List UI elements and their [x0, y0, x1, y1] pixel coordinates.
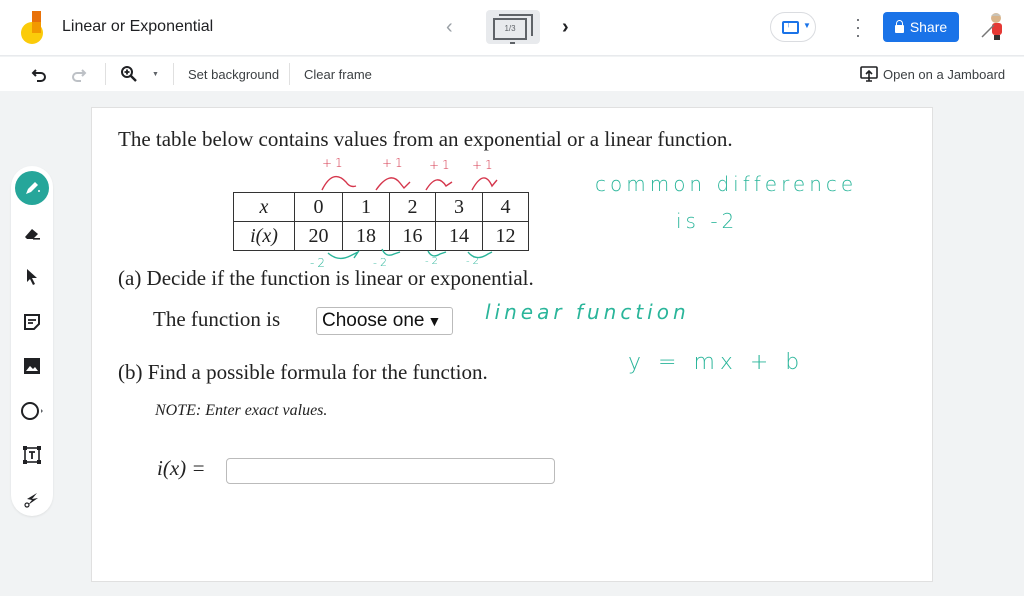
chevron-left-icon[interactable]: ‹	[446, 16, 453, 39]
share-button[interactable]: Share	[883, 12, 959, 42]
redo-button[interactable]	[70, 57, 88, 91]
more-vert-icon[interactable]: · · ·	[853, 10, 863, 44]
lock-icon	[894, 20, 904, 33]
tool-select[interactable]	[11, 259, 53, 295]
jamboard-logo-icon	[21, 11, 43, 44]
values-table: x 0 1 2 3 4 i(x) 20 18 16 14 12	[233, 192, 529, 251]
laser-icon	[24, 493, 38, 508]
table-cell: 14	[435, 221, 483, 251]
chevron-right-icon[interactable]: ›	[562, 16, 569, 39]
share-label: Share	[909, 19, 948, 35]
present-button[interactable]: ▼	[770, 12, 816, 42]
chevron-down-icon: ▼	[803, 21, 811, 30]
table-cell: 20	[294, 221, 343, 251]
annotation-difference-value: is -2	[676, 209, 739, 233]
table-cell: 16	[389, 221, 436, 251]
chevron-down-icon: ▼	[152, 70, 159, 78]
table-cell: 3	[435, 192, 483, 222]
document-title[interactable]: Linear or Exponential	[62, 18, 213, 36]
undo-button[interactable]	[30, 57, 48, 91]
table-cell: 0	[294, 192, 343, 222]
annotation-plus-one: +1	[382, 156, 406, 170]
answer-label: i(x) =	[157, 456, 206, 480]
table-row: i(x) 20 18 16 14 12	[233, 221, 529, 251]
table-row: x 0 1 2 3 4	[233, 192, 529, 222]
annotation-minus-two: -2	[373, 256, 390, 269]
tool-image[interactable]	[11, 348, 53, 384]
annotation-slope-intercept: y = mx + b	[628, 350, 805, 375]
tool-sticky-note[interactable]	[11, 304, 53, 340]
undo-icon	[31, 69, 46, 82]
annotation-minus-two: -2	[310, 256, 328, 270]
cast-to-device-icon	[860, 66, 878, 82]
frames-dot	[510, 42, 515, 44]
text-box-icon	[23, 446, 41, 464]
annotation-common-difference: common difference	[595, 172, 858, 196]
question-intro: The table below contains values from an …	[118, 127, 733, 151]
tool-eraser[interactable]	[11, 216, 53, 252]
note-text: NOTE: Enter exact values.	[155, 402, 328, 419]
pen-icon	[26, 182, 40, 194]
table-cell: 4	[482, 192, 529, 222]
annotation-minus-two: -2	[425, 256, 441, 267]
formula-input[interactable]	[226, 458, 555, 484]
avatar[interactable]	[978, 11, 1008, 41]
tool-laser[interactable]	[11, 481, 53, 517]
toolbar-divider	[105, 63, 106, 85]
tool-text-box[interactable]	[11, 437, 53, 473]
annotation-linear-function: linear function	[485, 300, 690, 324]
present-cast-icon	[782, 19, 799, 34]
frame-indicator: 1/3	[493, 18, 527, 40]
circle-icon	[21, 402, 43, 420]
open-on-jamboard-button[interactable]: Open on a Jamboard	[860, 57, 1005, 91]
dropdown-arrow-icon: ▼	[427, 313, 442, 329]
tool-pen[interactable]	[15, 171, 49, 205]
eraser-icon	[25, 229, 40, 240]
toolbar-divider	[289, 63, 290, 85]
table-cell: 1	[342, 192, 390, 222]
table-header-fx: i(x)	[233, 221, 295, 251]
annotation-minus-two: -2	[466, 256, 482, 267]
clear-frame-button[interactable]: Clear frame	[304, 57, 372, 91]
table-cell: 2	[389, 192, 436, 222]
table-cell: 12	[482, 221, 529, 251]
tool-sidebar	[11, 166, 53, 516]
annotation-plus-one: +1	[472, 158, 496, 172]
table-header-x: x	[233, 192, 295, 222]
image-icon	[24, 358, 40, 374]
redo-icon	[72, 69, 87, 82]
annotation-plus-one: +1	[429, 158, 453, 172]
table-cell: 18	[342, 221, 390, 251]
tool-shape[interactable]	[11, 393, 53, 429]
select-value: Choose one	[322, 310, 425, 331]
toolbar: ▼ Set background Clear frame Open on a J…	[0, 57, 1024, 91]
zoom-button[interactable]: ▼	[120, 57, 159, 91]
sticky-note-icon	[24, 314, 40, 330]
function-type-select[interactable]: Choose one ▼	[316, 307, 453, 335]
open-on-jamboard-label: Open on a Jamboard	[883, 66, 1006, 82]
frames-button[interactable]: 1/3	[486, 10, 540, 44]
toolbar-divider	[173, 63, 174, 85]
annotation-plus-one: +1	[322, 156, 346, 170]
part-b-heading: (b) Find a possible formula for the func…	[118, 360, 488, 384]
app-header: Linear or Exponential ‹ 1/3 › ▼ ··· Shar…	[0, 0, 1024, 56]
part-a-prompt: The function is	[153, 307, 281, 331]
cursor-arrow-icon	[27, 269, 37, 285]
zoom-in-icon	[121, 66, 137, 82]
set-background-button[interactable]: Set background	[188, 57, 279, 91]
